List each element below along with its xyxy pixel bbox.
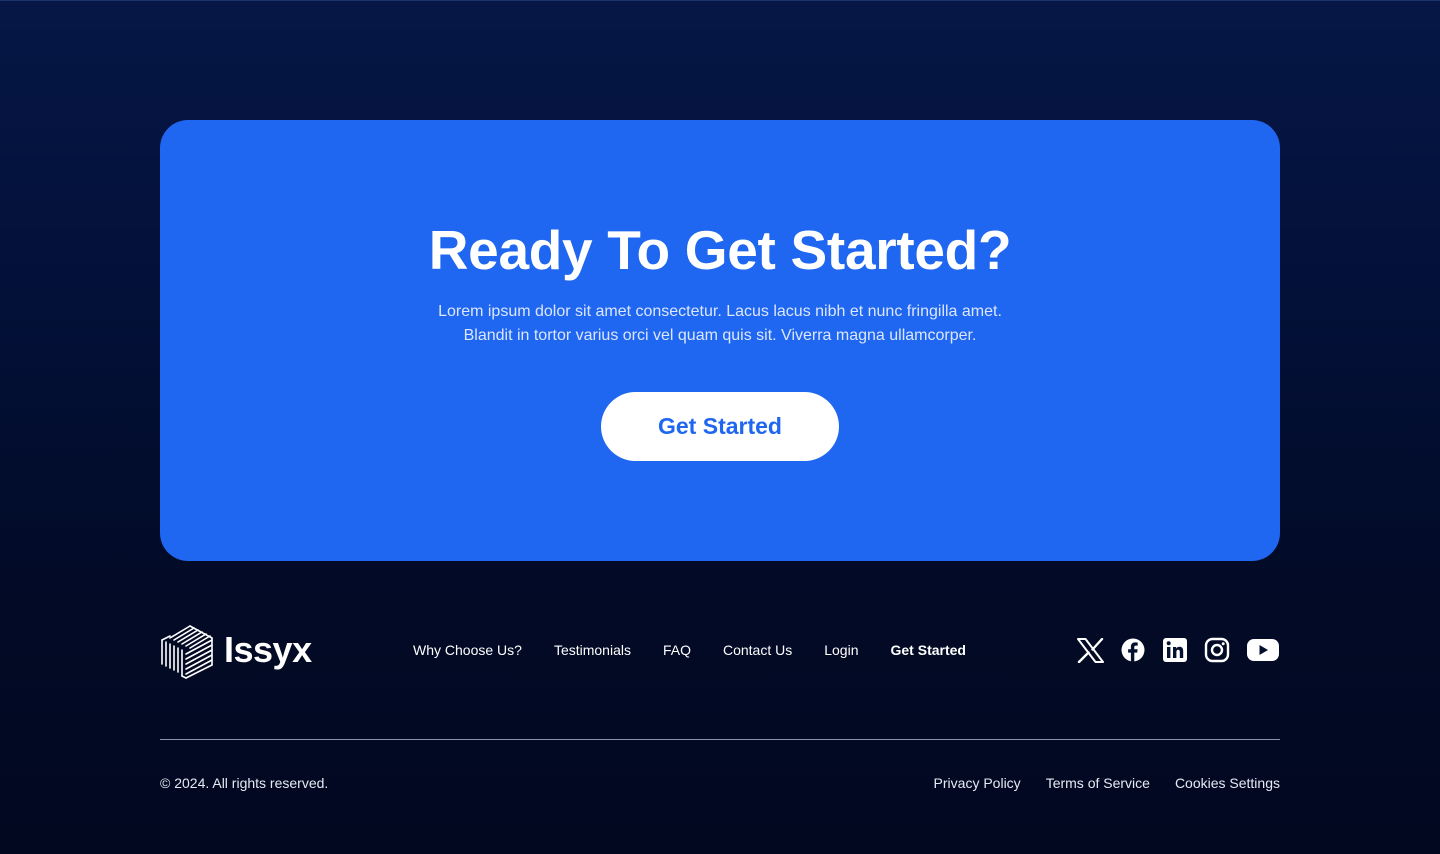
footer-nav-testimonials[interactable]: Testimonials — [554, 642, 631, 658]
brand-name: Issyx — [224, 629, 312, 670]
facebook-icon[interactable] — [1120, 636, 1146, 664]
get-started-button[interactable]: Get Started — [601, 392, 839, 461]
footer-top-row: Issyx Why Choose Us? Testimonials FAQ Co… — [160, 620, 1280, 680]
social-links — [1077, 620, 1280, 680]
footer-nav: Why Choose Us? Testimonials FAQ Contact … — [413, 620, 966, 680]
cta-description-line-1: Lorem ipsum dolor sit amet consectetur. … — [438, 303, 1002, 320]
footer-nav-faq[interactable]: FAQ — [663, 642, 691, 658]
terms-of-service-link[interactable]: Terms of Service — [1046, 773, 1150, 793]
brand-logo[interactable]: Issyx — [160, 620, 312, 680]
footer-nav-why-choose-us[interactable]: Why Choose Us? — [413, 642, 522, 658]
footer-nav-login[interactable]: Login — [824, 642, 858, 658]
cta-title: Ready To Get Started? — [428, 219, 1012, 281]
linkedin-icon[interactable] — [1162, 636, 1188, 664]
x-icon[interactable] — [1077, 636, 1104, 664]
cta-description: Lorem ipsum dolor sit amet consectetur. … — [400, 300, 1040, 348]
youtube-icon[interactable] — [1246, 636, 1280, 664]
cta-description-line-2: Blandit in tortor varius orci vel quam q… — [463, 327, 977, 344]
footer-nav-get-started[interactable]: Get Started — [891, 642, 966, 658]
instagram-icon[interactable] — [1204, 636, 1230, 664]
privacy-policy-link[interactable]: Privacy Policy — [934, 773, 1021, 793]
cta-card: Ready To Get Started? Lorem ipsum dolor … — [160, 120, 1280, 561]
legal-links: Privacy Policy Terms of Service Cookies … — [934, 773, 1280, 793]
brand-logo-icon — [161, 625, 213, 679]
footer-nav-contact-us[interactable]: Contact Us — [723, 642, 792, 658]
cookies-settings-link[interactable]: Cookies Settings — [1175, 773, 1280, 793]
footer-divider — [160, 739, 1280, 740]
copyright-text: © 2024. All rights reserved. — [160, 775, 329, 791]
top-border — [0, 0, 1440, 1]
